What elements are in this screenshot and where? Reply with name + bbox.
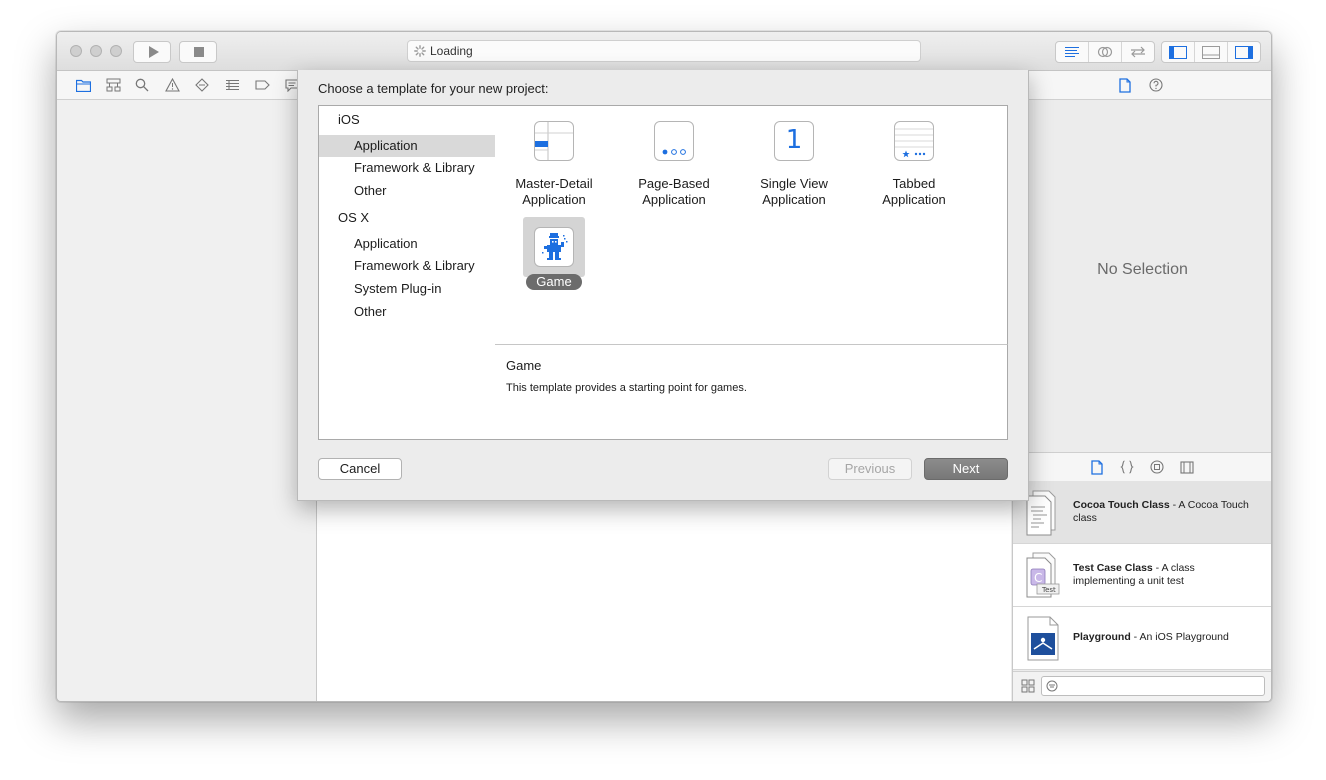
category-group-ios: iOS	[338, 112, 360, 127]
cocoa-touch-class-icon	[1026, 490, 1056, 536]
symbol-navigator-icon[interactable]	[105, 77, 121, 93]
playground-icon	[1027, 616, 1059, 661]
navigator-toggle-icon[interactable]	[1162, 42, 1194, 62]
filter-icon	[1046, 680, 1058, 692]
template-label: Tabbed Application	[882, 176, 946, 207]
library-item-desc: - An iOS Playground	[1130, 631, 1229, 643]
template-page-based[interactable]: Page-Based Application	[618, 121, 730, 208]
template-game[interactable]: Game	[498, 227, 610, 291]
toolbar: Loading	[57, 32, 1271, 71]
single-view-glyph: 1	[785, 125, 803, 155]
help-icon[interactable]	[1148, 77, 1164, 93]
version-editor-icon[interactable]	[1121, 42, 1154, 62]
master-detail-icon	[534, 121, 574, 161]
single-view-icon: 1	[774, 121, 814, 161]
minimize-window-button[interactable]	[90, 45, 102, 57]
editor-mode-control[interactable]	[1055, 41, 1155, 63]
activity-text: Loading	[430, 44, 473, 58]
test-badge: Test	[1041, 586, 1056, 594]
library-item-text: Test Case Class - A class implementing a…	[1073, 562, 1253, 588]
selected-template-label: Game	[526, 274, 582, 290]
no-selection-label: No Selection	[1097, 261, 1188, 278]
library-item-name: Cocoa Touch Class	[1073, 499, 1170, 511]
file-template-library-icon[interactable]	[1089, 459, 1105, 475]
spinner-icon	[414, 45, 426, 57]
library-item-test-case-class[interactable]: C Test Test Case Class - A class impleme…	[1013, 544, 1271, 607]
library-item-cocoa-touch-class[interactable]: Cocoa Touch Class - A Cocoa Touch class	[1013, 481, 1271, 544]
library-filter-input[interactable]	[1041, 676, 1265, 696]
description-title: Game	[506, 358, 542, 373]
description-text: This template provides a starting point …	[506, 382, 747, 394]
library-item-name: Test Case Class	[1073, 562, 1153, 574]
library-selector-bar	[1013, 452, 1271, 482]
template-tabbed[interactable]: Tabbed Application	[858, 121, 970, 208]
template-single-view[interactable]: 1 Single View Application	[738, 121, 850, 208]
assistant-editor-icon[interactable]	[1088, 42, 1121, 62]
standard-editor-icon[interactable]	[1056, 42, 1088, 62]
media-library-icon[interactable]	[1179, 459, 1195, 475]
debug-navigator-icon[interactable]	[224, 77, 240, 93]
game-icon	[534, 227, 574, 267]
file-inspector-icon[interactable]	[1117, 77, 1133, 93]
template-category-list: iOS Application Framework & Library Othe…	[318, 105, 529, 440]
svg-text:C: C	[1034, 571, 1042, 585]
run-button[interactable]	[133, 41, 171, 63]
category-group-osx: OS X	[338, 210, 370, 225]
template-label: Page-Based Application	[638, 176, 710, 207]
object-library-icon[interactable]	[1149, 459, 1165, 475]
folder-icon[interactable]	[75, 77, 91, 93]
view-toggle-control[interactable]	[1161, 41, 1261, 63]
template-grid: Master-Detail Application Page-Based Appli…	[495, 105, 1008, 345]
next-button[interactable]: Next	[924, 458, 1008, 480]
library-filter-bar	[1013, 671, 1271, 701]
utilities-toggle-icon[interactable]	[1227, 42, 1260, 62]
template-description-pane: Game This template provides a starting p…	[495, 344, 1008, 440]
debug-area-toggle-icon[interactable]	[1194, 42, 1227, 62]
play-icon	[149, 46, 159, 58]
grid-view-icon[interactable]	[1020, 678, 1036, 694]
warning-icon[interactable]	[164, 77, 180, 93]
stop-button[interactable]	[179, 41, 217, 63]
template-label: Master-Detail Application	[515, 176, 593, 207]
cancel-button[interactable]: Cancel	[318, 458, 402, 480]
previous-button[interactable]: Previous	[828, 458, 912, 480]
activity-viewer: Loading	[407, 40, 921, 62]
utilities-pane: No Selection Cocoa Touch Class - A Cocoa…	[1012, 100, 1271, 701]
code-snippet-library-icon[interactable]	[1119, 459, 1135, 475]
stop-icon	[194, 47, 204, 57]
library-item-playground[interactable]: Playground - An iOS Playground	[1013, 607, 1271, 670]
template-chooser-sheet: Choose a template for your new project: …	[297, 70, 1029, 501]
template-label: Single View Application	[760, 176, 828, 207]
breakpoint-navigator-icon[interactable]	[254, 77, 270, 93]
navigator-pane	[57, 100, 317, 701]
test-case-class-icon: C Test	[1026, 552, 1060, 598]
tabbed-icon	[894, 121, 934, 161]
close-window-button[interactable]	[70, 45, 82, 57]
test-navigator-icon[interactable]	[194, 77, 210, 93]
library-item-text: Playground - An iOS Playground	[1073, 631, 1253, 644]
search-icon[interactable]	[134, 77, 150, 93]
page-based-icon	[654, 121, 694, 161]
zoom-window-button[interactable]	[110, 45, 122, 57]
library-item-name: Playground	[1073, 631, 1131, 643]
template-master-detail[interactable]: Master-Detail Application	[498, 121, 610, 208]
library-item-text: Cocoa Touch Class - A Cocoa Touch class	[1073, 499, 1253, 525]
sheet-title: Choose a template for your new project:	[318, 81, 549, 96]
